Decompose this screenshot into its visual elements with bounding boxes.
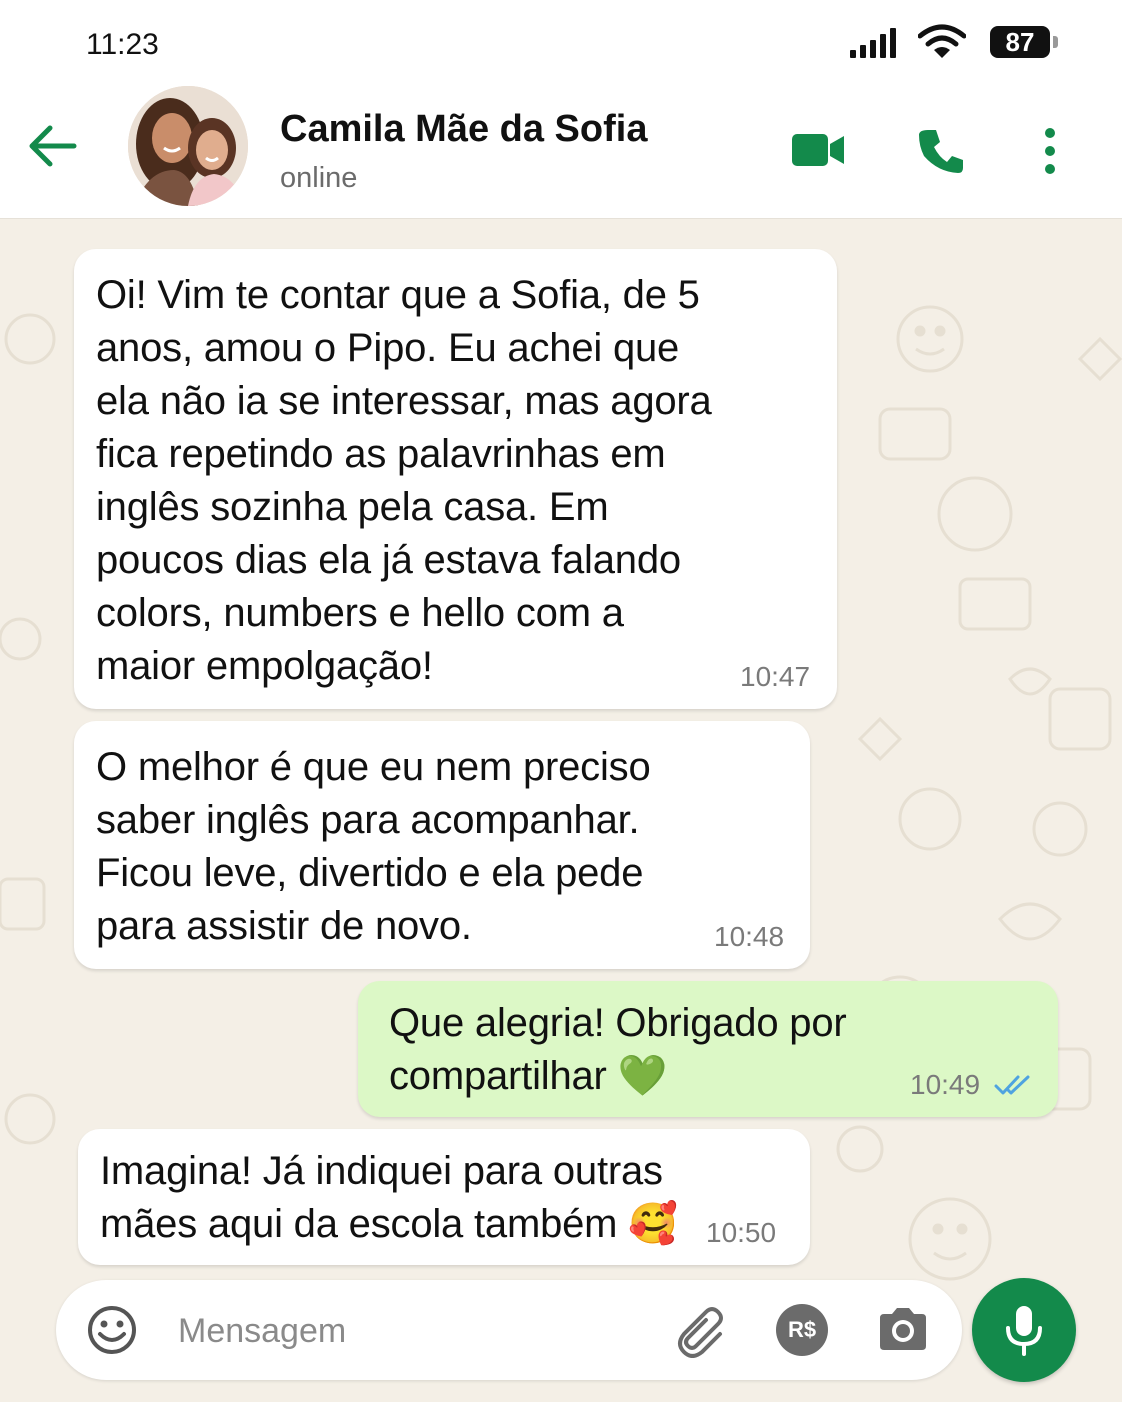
payment-icon[interactable]: R$	[776, 1304, 828, 1356]
message-bubble-incoming[interactable]: O melhor é que eu nem preciso saber ingl…	[74, 721, 810, 969]
message-bubble-incoming[interactable]: Oi! Vim te contar que a Sofia, de 5 anos…	[74, 249, 837, 709]
chat-header: Camila Mãe da Sofia online	[0, 86, 1122, 219]
more-options-icon[interactable]	[1036, 126, 1064, 176]
message-time: 10:47	[740, 661, 811, 692]
phone-icon[interactable]	[916, 126, 966, 176]
emoji-icon[interactable]	[86, 1304, 138, 1356]
message-composer: R$	[56, 1280, 962, 1380]
camera-icon[interactable]	[876, 1304, 930, 1356]
message-text: O melhor é que eu nem preciso saber ingl…	[96, 745, 651, 948]
avatar-photo	[128, 86, 248, 206]
contact-name[interactable]: Camila Mãe da Sofia	[280, 108, 647, 151]
message-bubble-outgoing[interactable]: Que alegria! Obrigado por compartilhar 💚…	[358, 981, 1058, 1117]
status-time: 11:23	[86, 28, 159, 61]
microphone-icon	[1006, 1306, 1042, 1356]
avatar[interactable]	[128, 86, 248, 206]
battery-level: 87	[990, 26, 1050, 58]
battery-icon: 87	[990, 24, 1060, 62]
battery-tip	[1053, 36, 1058, 48]
microphone-button[interactable]	[972, 1278, 1076, 1382]
signal-icon	[850, 28, 896, 58]
message-bubble-incoming[interactable]: Imagina! Já indiquei para outras mães aq…	[78, 1129, 810, 1265]
message-text: Oi! Vim te contar que a Sofia, de 5 anos…	[96, 273, 712, 688]
status-bar: 11:23 87	[0, 0, 1122, 88]
message-time: 10:49	[910, 1069, 981, 1100]
message-text: Que alegria! Obrigado por compartilhar 💚	[389, 1001, 847, 1098]
back-arrow-icon[interactable]	[24, 118, 80, 174]
attach-clip-icon[interactable]	[676, 1304, 730, 1358]
message-input[interactable]	[176, 1300, 660, 1362]
message-time: 10:48	[714, 921, 785, 952]
contact-status: online	[280, 162, 358, 194]
message-text: Imagina! Já indiquei para outras mães aq…	[100, 1149, 678, 1246]
wifi-icon	[918, 24, 966, 58]
chat-area[interactable]: Oi! Vim te contar que a Sofia, de 5 anos…	[0, 219, 1122, 1402]
message-time: 10:50	[706, 1217, 777, 1248]
read-ticks-icon	[994, 1075, 1030, 1095]
video-call-icon[interactable]	[790, 130, 846, 170]
